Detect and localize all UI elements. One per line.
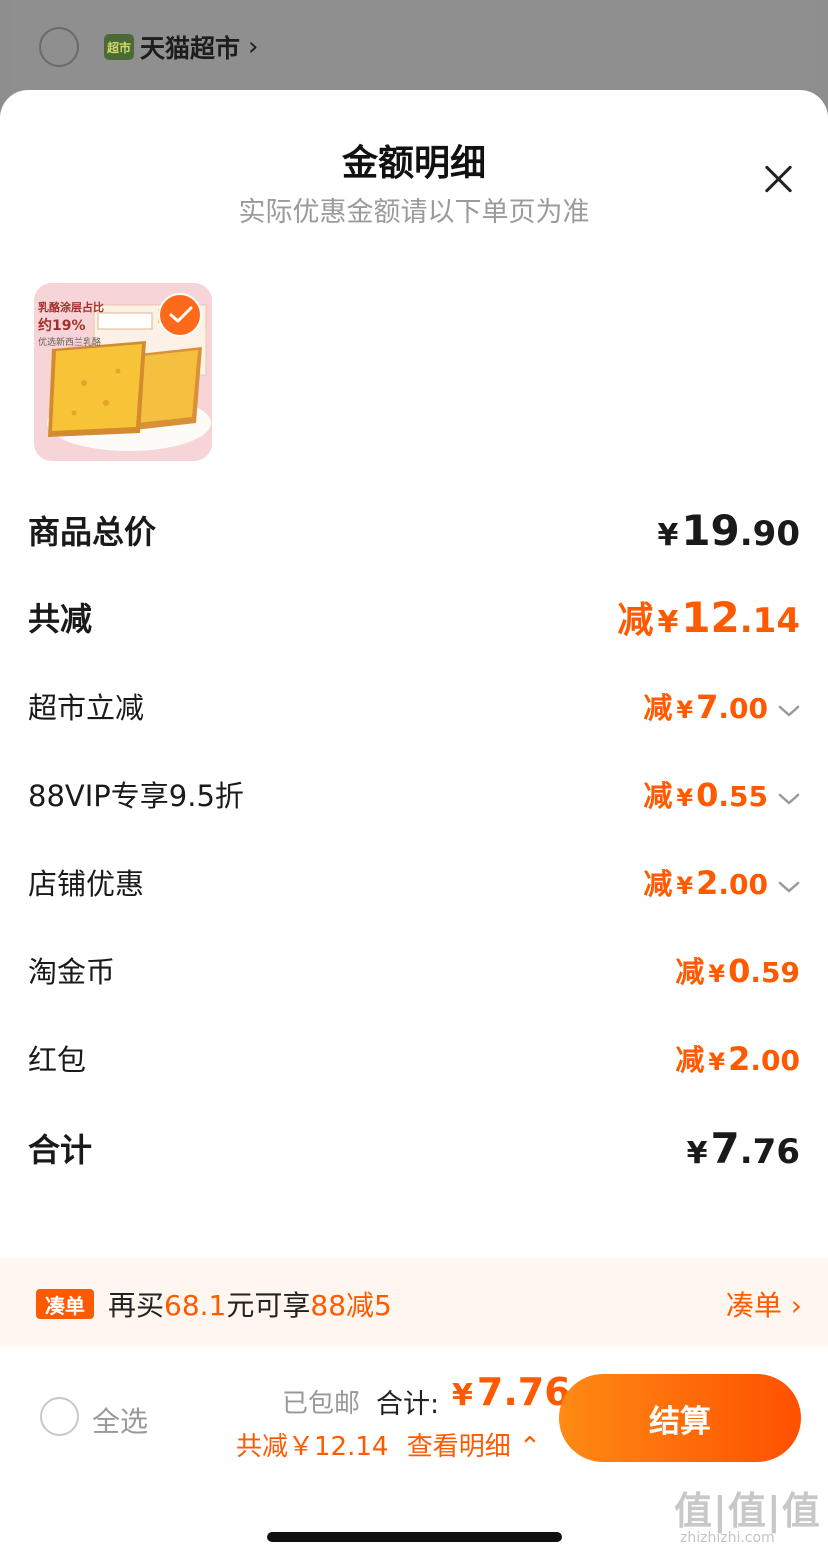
discount-label: 红包: [28, 1043, 87, 1077]
discount-row-taojinbi: 淘金币 减 ¥ 0 .59: [28, 940, 800, 1000]
discount-label: 店铺优惠: [28, 867, 145, 901]
store-select-radio[interactable]: [39, 27, 79, 67]
chevron-up-icon: ⌃: [518, 1432, 541, 1462]
promo-text: 再买68.1元可享88减5: [108, 1289, 392, 1322]
chevron-right-icon: ›: [790, 1289, 802, 1322]
discount-amount: 减 ¥ 2 .00: [675, 1040, 800, 1078]
total-discount-label: 共减: [28, 600, 93, 638]
sheet-subtitle: 实际优惠金额请以下单页为准: [238, 197, 590, 228]
subtotal-label: 商品总价: [28, 513, 157, 551]
store-header[interactable]: 超市 天猫超市 ›: [104, 30, 258, 64]
subtotal-amount: ¥ 19 .90: [657, 505, 800, 555]
thumbnail-caption-percent: 约19%: [38, 318, 86, 334]
discount-amount: 减 ¥ 0 .59: [675, 952, 800, 990]
select-all-radio[interactable]: [40, 1397, 79, 1436]
checkout-total-amount: ¥ 7.76: [452, 1370, 571, 1414]
discount-row-supermarket[interactable]: 超市立减 减 ¥ 7 .00: [28, 676, 800, 736]
sheet-title: 金额明细: [341, 143, 486, 184]
discount-row-red-packet: 红包 减 ¥ 2 .00: [28, 1028, 800, 1088]
discount-label: 淘金币: [28, 955, 116, 989]
discount-amount: 减 ¥ 2 .00: [643, 861, 800, 903]
select-all-label[interactable]: 全选: [92, 1400, 148, 1440]
thumbnail-caption-note: 优选新西兰乳酪: [38, 338, 102, 348]
checkout-button[interactable]: 结算: [559, 1374, 801, 1462]
discount-label: 超市立减: [28, 691, 145, 725]
watermark-url: zhizhizhi.com: [680, 1530, 775, 1546]
discount-row-88vip[interactable]: 88VIP专享9.5折 减 ¥ 0 .55: [28, 764, 800, 824]
savings-summary[interactable]: 共减￥12.14 查看明细 ⌃: [236, 1426, 541, 1463]
store-name: 天猫超市: [140, 34, 241, 63]
grand-total-amount: ¥ 7 .76: [686, 1123, 800, 1173]
grand-total-label: 合计: [28, 1131, 93, 1169]
thumbnail-caption: 乳酪涂层占比: [38, 301, 104, 314]
home-indicator[interactable]: [267, 1532, 562, 1542]
watermark: 值|值|值: [674, 1489, 821, 1533]
close-icon[interactable]: [760, 160, 798, 198]
chevron-down-icon[interactable]: [778, 880, 800, 894]
chevron-right-icon: ›: [248, 32, 259, 62]
view-details-link[interactable]: 查看明细: [407, 1432, 511, 1462]
discount-row-store[interactable]: 店铺优惠 减 ¥ 2 .00: [28, 852, 800, 912]
free-shipping-label: 已包邮: [282, 1389, 361, 1419]
checkout-total-label: 合计:: [376, 1389, 440, 1420]
discount-amount: 减 ¥ 7 .00: [643, 685, 800, 727]
grand-total-row: 合计 ¥ 7 .76: [28, 1118, 800, 1178]
discount-amount: 减 ¥ 0 .55: [643, 773, 800, 815]
promo-tag: 凑单: [36, 1289, 94, 1319]
tmall-supermarket-logo: 超市: [104, 34, 134, 60]
discount-label: 88VIP专享9.5折: [28, 779, 244, 813]
subtotal-row: 商品总价 ¥ 19 .90: [28, 500, 800, 560]
total-discount-row: 共减 减 ¥ 12 .14: [28, 587, 800, 647]
price-detail-sheet: 金额明细 实际优惠金额请以下单页为准 乳酪涂层占比 约19% 优选新西兰乳酪 商…: [0, 90, 828, 1560]
add-on-link[interactable]: 凑单 ›: [726, 1284, 802, 1324]
chevron-down-icon[interactable]: [778, 704, 800, 718]
total-discount-amount: 减 ¥ 12 .14: [617, 593, 800, 642]
chevron-down-icon[interactable]: [778, 792, 800, 806]
selected-check-icon[interactable]: [158, 293, 202, 337]
